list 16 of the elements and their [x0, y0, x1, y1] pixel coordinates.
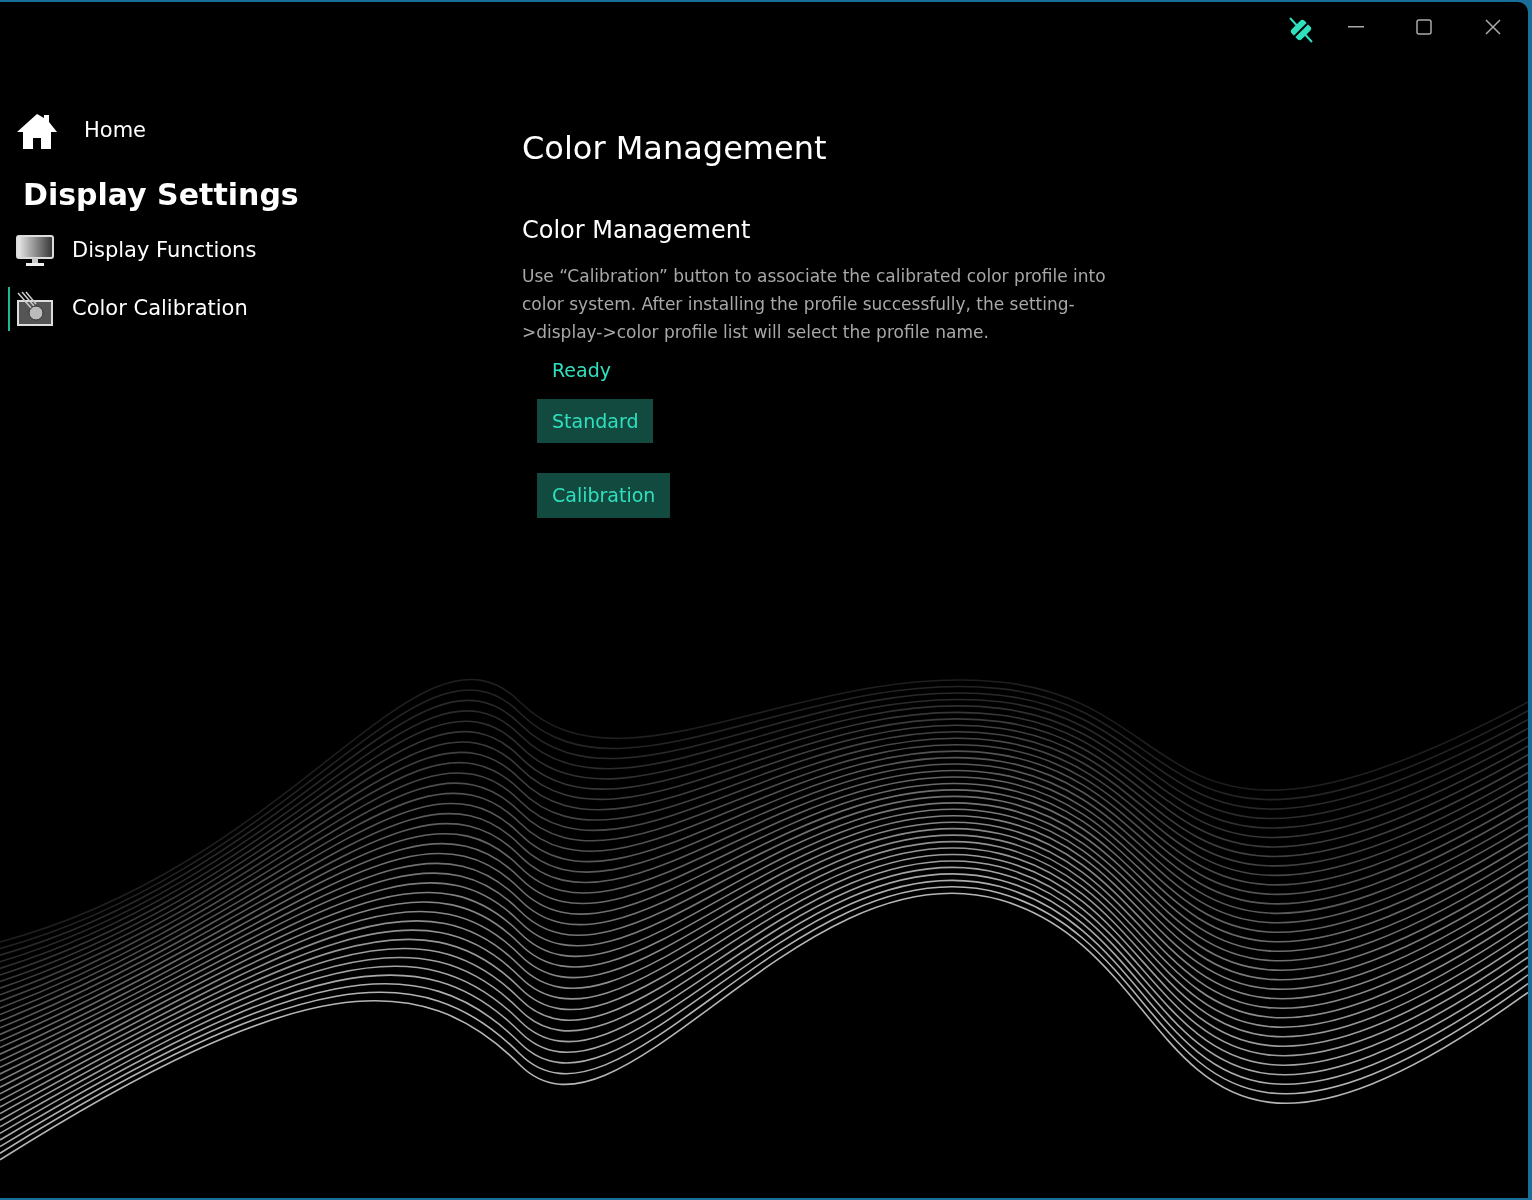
section-title: Color Management — [522, 215, 752, 246]
description-text: Use “Calibration” button to associate the calibrated color profile into color system. After installing the profile successfully, the setting->display->color profile list will select the profile name. — [522, 265, 1107, 344]
home-icon — [16, 112, 58, 150]
page-title: Color Management — [522, 128, 828, 169]
calibration-icon — [16, 291, 54, 327]
close-icon[interactable] — [1485, 19, 1501, 35]
sidebar-heading: Display Settings — [23, 176, 300, 214]
sidebar-item[interactable]: Display Functions — [8, 231, 257, 271]
status-text: Ready — [552, 358, 612, 383]
sidebar-item[interactable]: Color Calibration — [8, 287, 248, 331]
action-button[interactable]: Calibration — [537, 473, 671, 518]
maximize-icon[interactable] — [1416, 19, 1432, 35]
action-button[interactable]: Standard — [537, 398, 654, 443]
home-link[interactable]: Home — [16, 112, 146, 150]
monitor-icon — [16, 235, 54, 267]
minimize-icon[interactable] — [1348, 26, 1364, 28]
